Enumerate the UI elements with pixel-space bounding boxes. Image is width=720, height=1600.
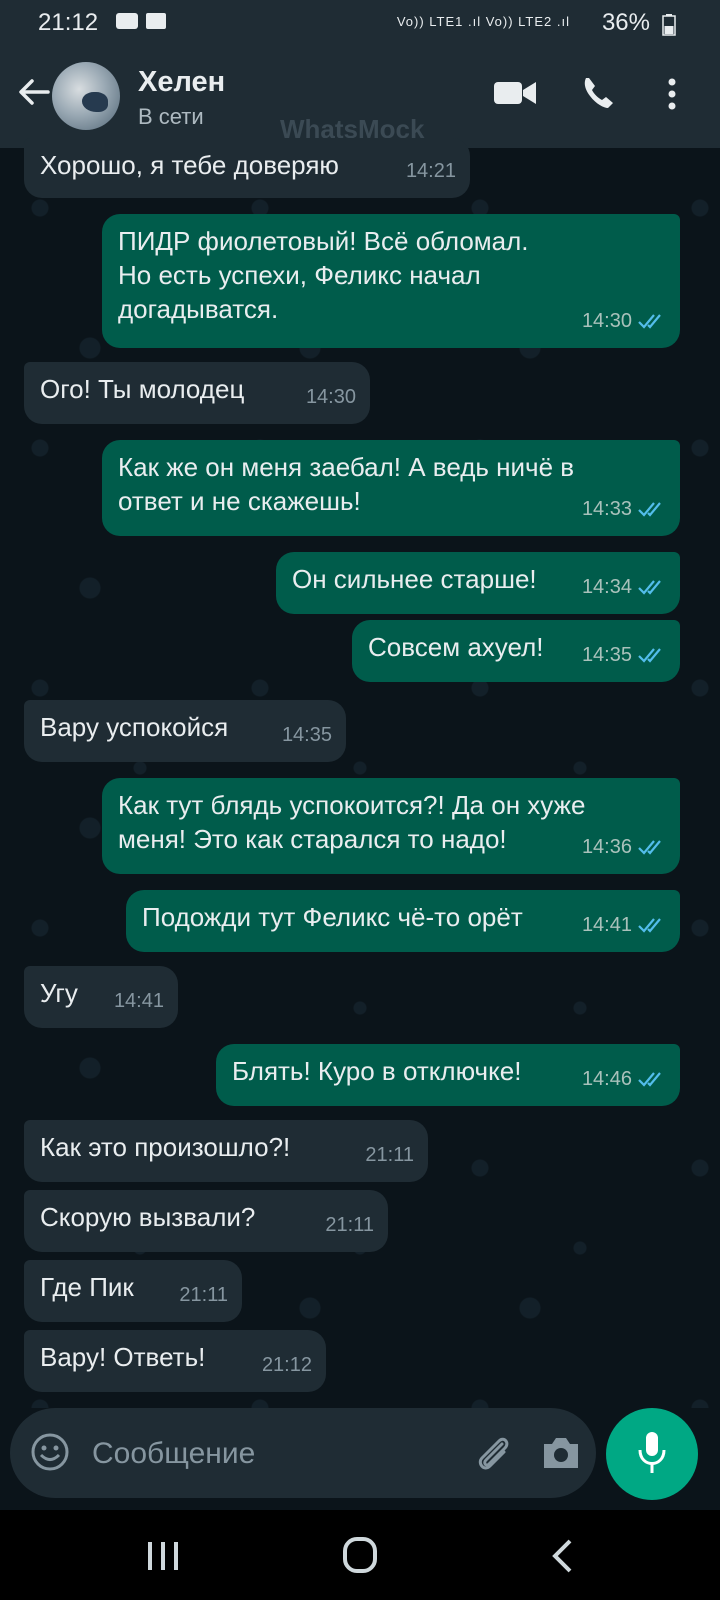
message-bubble[interactable]: Как тут блядь успокоится?! Да он хуже ме…	[102, 778, 680, 874]
message-bubble[interactable]: Как же он меня заебал! А ведь ничё в отв…	[102, 440, 680, 536]
message-time: 14:30	[581, 310, 632, 332]
chat-area[interactable]: Хорошо, я тебе доверяю 14:21 ПИДР фиолет…	[0, 138, 720, 1408]
message-time: 14:35	[281, 724, 332, 746]
read-ticks-icon	[638, 918, 661, 933]
nav-back-icon[interactable]	[550, 1538, 574, 1574]
status-bar: 21:12 Vo)) LTE1 .ıl Vo)) LTE2 .ıl 36%	[0, 0, 720, 44]
message-bubble[interactable]: Блять! Куро в отключке! 14:46	[216, 1044, 680, 1106]
message-bubble[interactable]: Вару успокойся 14:35	[24, 700, 346, 762]
back-arrow-icon[interactable]	[14, 72, 54, 112]
folder-notification-icon	[146, 13, 166, 29]
message-time: 14:41	[113, 990, 164, 1012]
message-bubble[interactable]: Где Пик 21:11	[24, 1260, 242, 1322]
read-ticks-icon	[638, 840, 661, 855]
signal-indicators: Vo)) LTE1 .ıl Vo)) LTE2 .ıl	[396, 14, 570, 29]
video-call-icon[interactable]	[492, 68, 538, 120]
battery-icon	[662, 14, 676, 36]
message-time: 14:36	[581, 836, 632, 858]
read-ticks-icon	[638, 314, 661, 329]
message-time: 21:12	[261, 1354, 312, 1376]
mic-icon	[638, 1432, 666, 1473]
battery-percent: 36%	[601, 9, 650, 36]
message-bubble[interactable]: Он сильнее старше! 14:34	[276, 552, 680, 614]
message-time: 14:30	[305, 386, 356, 408]
read-ticks-icon	[638, 1072, 661, 1087]
camera-icon[interactable]	[540, 1434, 582, 1472]
message-time: 14:35	[581, 644, 632, 666]
recent-apps-icon[interactable]	[146, 1540, 180, 1572]
message-bubble[interactable]: Совсем ахуел! 14:35	[352, 620, 680, 682]
message-bubble[interactable]: Скорую вызвали? 21:11	[24, 1190, 388, 1252]
message-bubble[interactable]: Угу 14:41	[24, 966, 178, 1028]
contact-name[interactable]: Хелен	[138, 66, 225, 99]
attach-icon[interactable]	[472, 1432, 516, 1476]
message-time: 14:46	[581, 1068, 632, 1090]
message-text: Как это произошло?!	[40, 1132, 291, 1162]
message-bubble[interactable]: Как это произошло?! 21:11	[24, 1120, 428, 1182]
read-ticks-icon	[638, 648, 661, 663]
message-composer[interactable]	[10, 1408, 596, 1498]
message-input[interactable]	[90, 1428, 454, 1480]
notification-icons	[116, 13, 166, 29]
chat-header: Хелен В сети WhatsMock	[0, 44, 720, 148]
avatar[interactable]	[52, 62, 120, 130]
read-ticks-icon	[638, 502, 661, 517]
read-ticks-icon	[638, 580, 661, 595]
message-time: 21:11	[325, 1214, 374, 1236]
message-text: Хорошо, я тебе доверяю	[40, 150, 339, 180]
mic-button[interactable]	[606, 1408, 698, 1500]
status-time: 21:12	[38, 9, 99, 36]
message-bubble[interactable]: Хорошо, я тебе доверяю 14:21	[24, 138, 470, 198]
video-notification-icon	[116, 13, 138, 29]
message-bubble[interactable]: Вару! Ответь! 21:12	[24, 1330, 326, 1392]
more-options-icon[interactable]	[664, 68, 680, 120]
message-text: Скорую вызвали?	[40, 1202, 256, 1232]
home-icon[interactable]	[342, 1536, 378, 1574]
voice-call-icon[interactable]	[578, 68, 618, 120]
emoji-icon[interactable]	[30, 1432, 70, 1472]
message-time: 14:34	[581, 576, 632, 598]
message-bubble[interactable]: ПИДР фиолетовый! Всё обломал. Но есть ус…	[102, 214, 680, 348]
contact-status: В сети	[138, 104, 204, 129]
message-time: 14:41	[581, 914, 632, 936]
message-time: 21:11	[365, 1144, 414, 1166]
message-bubble[interactable]: Ого! Ты молодец 14:30	[24, 362, 370, 424]
message-bubble[interactable]: Подожди тут Феликс чё-то орёт 14:41	[126, 890, 680, 952]
message-time: 14:33	[581, 498, 632, 520]
message-time: 21:11	[179, 1284, 228, 1306]
message-time: 14:21	[405, 160, 456, 182]
system-nav-bar	[0, 1510, 720, 1600]
